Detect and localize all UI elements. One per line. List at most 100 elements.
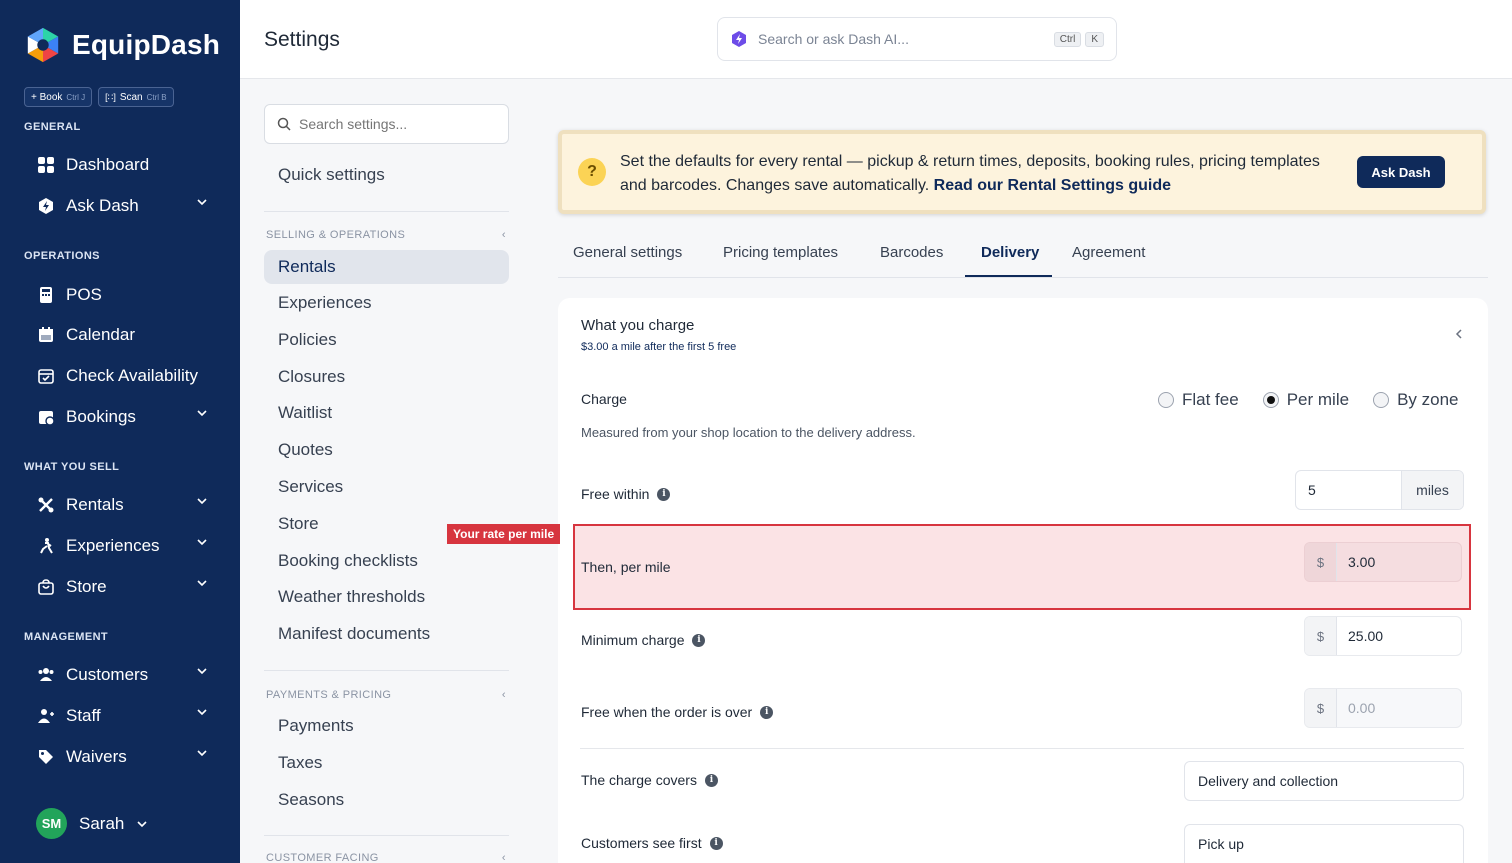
chevron-left-icon: ‹	[501, 229, 506, 241]
info-icon[interactable]: i	[657, 487, 671, 501]
info-icon[interactable]: i	[692, 633, 706, 647]
rental-settings-guide-link[interactable]: Read our Rental Settings guide	[934, 177, 1171, 194]
calendar-check-icon	[36, 366, 56, 386]
scan-icon: [∷]	[105, 91, 116, 102]
radio-flat-fee[interactable]: Flat fee	[1158, 390, 1239, 410]
settings-item-seasons[interactable]: Seasons	[264, 783, 509, 817]
sidebar-item-experiences[interactable]: Experiences	[36, 531, 216, 561]
settings-item-quotes[interactable]: Quotes	[264, 433, 509, 467]
sidebar-item-check-availability[interactable]: Check Availability	[36, 361, 216, 391]
brand[interactable]: EquipDash	[24, 26, 220, 64]
tab-barcodes[interactable]: Barcodes	[880, 244, 943, 261]
sidebar-item-dashboard[interactable]: Dashboard	[36, 150, 216, 180]
ask-dash-button[interactable]: Ask Dash	[1357, 156, 1445, 188]
per-mile-value[interactable]: 3.00	[1337, 543, 1461, 581]
settings-item-payments[interactable]: Payments	[264, 709, 509, 743]
tab-general-settings[interactable]: General settings	[573, 244, 682, 261]
global-search[interactable]: Search or ask Dash AI... Ctrl K	[717, 17, 1117, 61]
radio-circle-selected	[1262, 392, 1279, 408]
per-mile-label: Then, per mile	[581, 559, 671, 575]
book-button[interactable]: + Book Ctrl J	[24, 87, 93, 107]
tab-delivery[interactable]: Delivery	[981, 244, 1039, 261]
sidebar-item-bookings[interactable]: Bookings	[36, 402, 216, 432]
divider	[264, 211, 509, 212]
tag-icon	[36, 747, 56, 767]
brand-name: EquipDash	[72, 29, 221, 60]
settings-section-customer[interactable]: CUSTOMER FACING ‹	[266, 852, 506, 863]
settings-item-services[interactable]: Services	[264, 470, 509, 504]
sidebar-item-customers[interactable]: Customers	[36, 660, 216, 690]
sidebar-item-waivers[interactable]: Waivers	[36, 742, 216, 772]
chevron-left-icon[interactable]	[1454, 328, 1464, 340]
sidebar-label-calendar: Calendar	[66, 325, 135, 344]
free-within-unit: miles	[1401, 471, 1463, 509]
scan-button[interactable]: [∷] Scan Ctrl B	[98, 87, 174, 107]
settings-item-rentals[interactable]: Rentals	[264, 250, 509, 284]
chevron-down-icon	[137, 820, 147, 827]
radio-per-mile[interactable]: Per mile	[1262, 390, 1349, 410]
tab-agreement[interactable]: Agreement	[1072, 244, 1145, 261]
sidebar-label-store: Store	[66, 577, 107, 596]
sidebar-item-staff[interactable]: Staff	[36, 701, 216, 731]
nav-section-general: GENERAL	[24, 121, 81, 133]
free-within-value[interactable]: 5	[1296, 471, 1401, 509]
settings-search-input[interactable]	[299, 116, 496, 132]
settings-item-waitlist[interactable]: Waitlist	[264, 396, 509, 430]
sidebar-label-customers: Customers	[66, 665, 149, 684]
chevron-down-icon	[197, 539, 207, 546]
covers-label-row: The charge covers i	[581, 772, 718, 788]
settings-item-policies[interactable]: Policies	[264, 323, 509, 357]
minimum-charge-field[interactable]: $ 25.00	[1304, 616, 1462, 656]
chevron-left-icon: ‹	[501, 852, 506, 863]
sidebar-item-store[interactable]: Store	[36, 572, 216, 602]
settings-item-manifest-documents[interactable]: Manifest documents	[264, 617, 509, 651]
info-icon[interactable]: i	[760, 705, 774, 719]
radio-circle	[1373, 392, 1390, 408]
info-icon[interactable]: i	[704, 773, 718, 787]
customers-see-select[interactable]: Pick up	[1184, 824, 1464, 863]
settings-item-experiences[interactable]: Experiences	[264, 286, 509, 320]
settings-section-selling[interactable]: SELLING & OPERATIONS ‹	[266, 229, 506, 241]
settings-section-customer-label: CUSTOMER FACING	[266, 852, 379, 863]
sidebar-label-bookings: Bookings	[66, 407, 136, 426]
settings-item-booking-checklists[interactable]: Booking checklists	[264, 544, 509, 578]
settings-item-weather-thresholds[interactable]: Weather thresholds	[264, 580, 509, 614]
charge-covers-select[interactable]: Delivery and collection	[1184, 761, 1464, 801]
tab-pricing-templates[interactable]: Pricing templates	[723, 244, 838, 261]
settings-item-quick-settings[interactable]: Quick settings	[264, 158, 509, 192]
radio-by-zone[interactable]: By zone	[1373, 390, 1459, 410]
sidebar-item-calendar[interactable]: Calendar	[36, 320, 216, 350]
minimum-charge-value[interactable]: 25.00	[1337, 617, 1461, 655]
sidebar-item-ask-dash[interactable]: Ask Dash	[36, 191, 216, 221]
user-menu[interactable]: SM Sarah	[36, 808, 148, 839]
book-shortcut: Ctrl J	[66, 92, 86, 102]
settings-section-payments[interactable]: PAYMENTS & PRICING ‹	[266, 689, 506, 701]
chevron-left-icon: ‹	[501, 689, 506, 701]
settings-item-closures[interactable]: Closures	[264, 360, 509, 394]
info-banner: ? Set the defaults for every rental — pi…	[558, 130, 1486, 214]
minimum-charge-label: Minimum charge	[581, 632, 685, 648]
free-within-field[interactable]: 5 miles	[1295, 470, 1464, 510]
chevron-down-icon	[197, 709, 207, 716]
divider	[580, 748, 1464, 749]
global-search-placeholder: Search or ask Dash AI...	[758, 31, 909, 47]
page-title: Settings	[264, 28, 340, 51]
scan-shortcut: Ctrl B	[146, 92, 167, 102]
free-over-field[interactable]: $ 0.00	[1304, 688, 1462, 728]
minimum-label-row: Minimum charge i	[581, 632, 706, 648]
settings-search[interactable]	[264, 104, 509, 144]
settings-item-taxes[interactable]: Taxes	[264, 746, 509, 780]
sidebar: EquipDash + Book Ctrl J [∷] Scan Ctrl B …	[0, 0, 240, 863]
free-over-placeholder[interactable]: 0.00	[1337, 689, 1461, 727]
sidebar-label-staff: Staff	[66, 706, 101, 725]
staff-icon	[36, 706, 56, 726]
per-mile-field[interactable]: $ 3.00	[1304, 542, 1462, 582]
scan-label: Scan	[119, 91, 143, 103]
customers-see-label: Customers see first	[581, 835, 702, 851]
store-bag-icon	[36, 577, 56, 597]
charge-covers-label: The charge covers	[581, 772, 697, 788]
search-icon	[277, 117, 291, 131]
sidebar-item-pos[interactable]: POS	[36, 280, 216, 310]
info-icon[interactable]: i	[709, 836, 723, 850]
sidebar-item-rentals[interactable]: Rentals	[36, 490, 216, 520]
